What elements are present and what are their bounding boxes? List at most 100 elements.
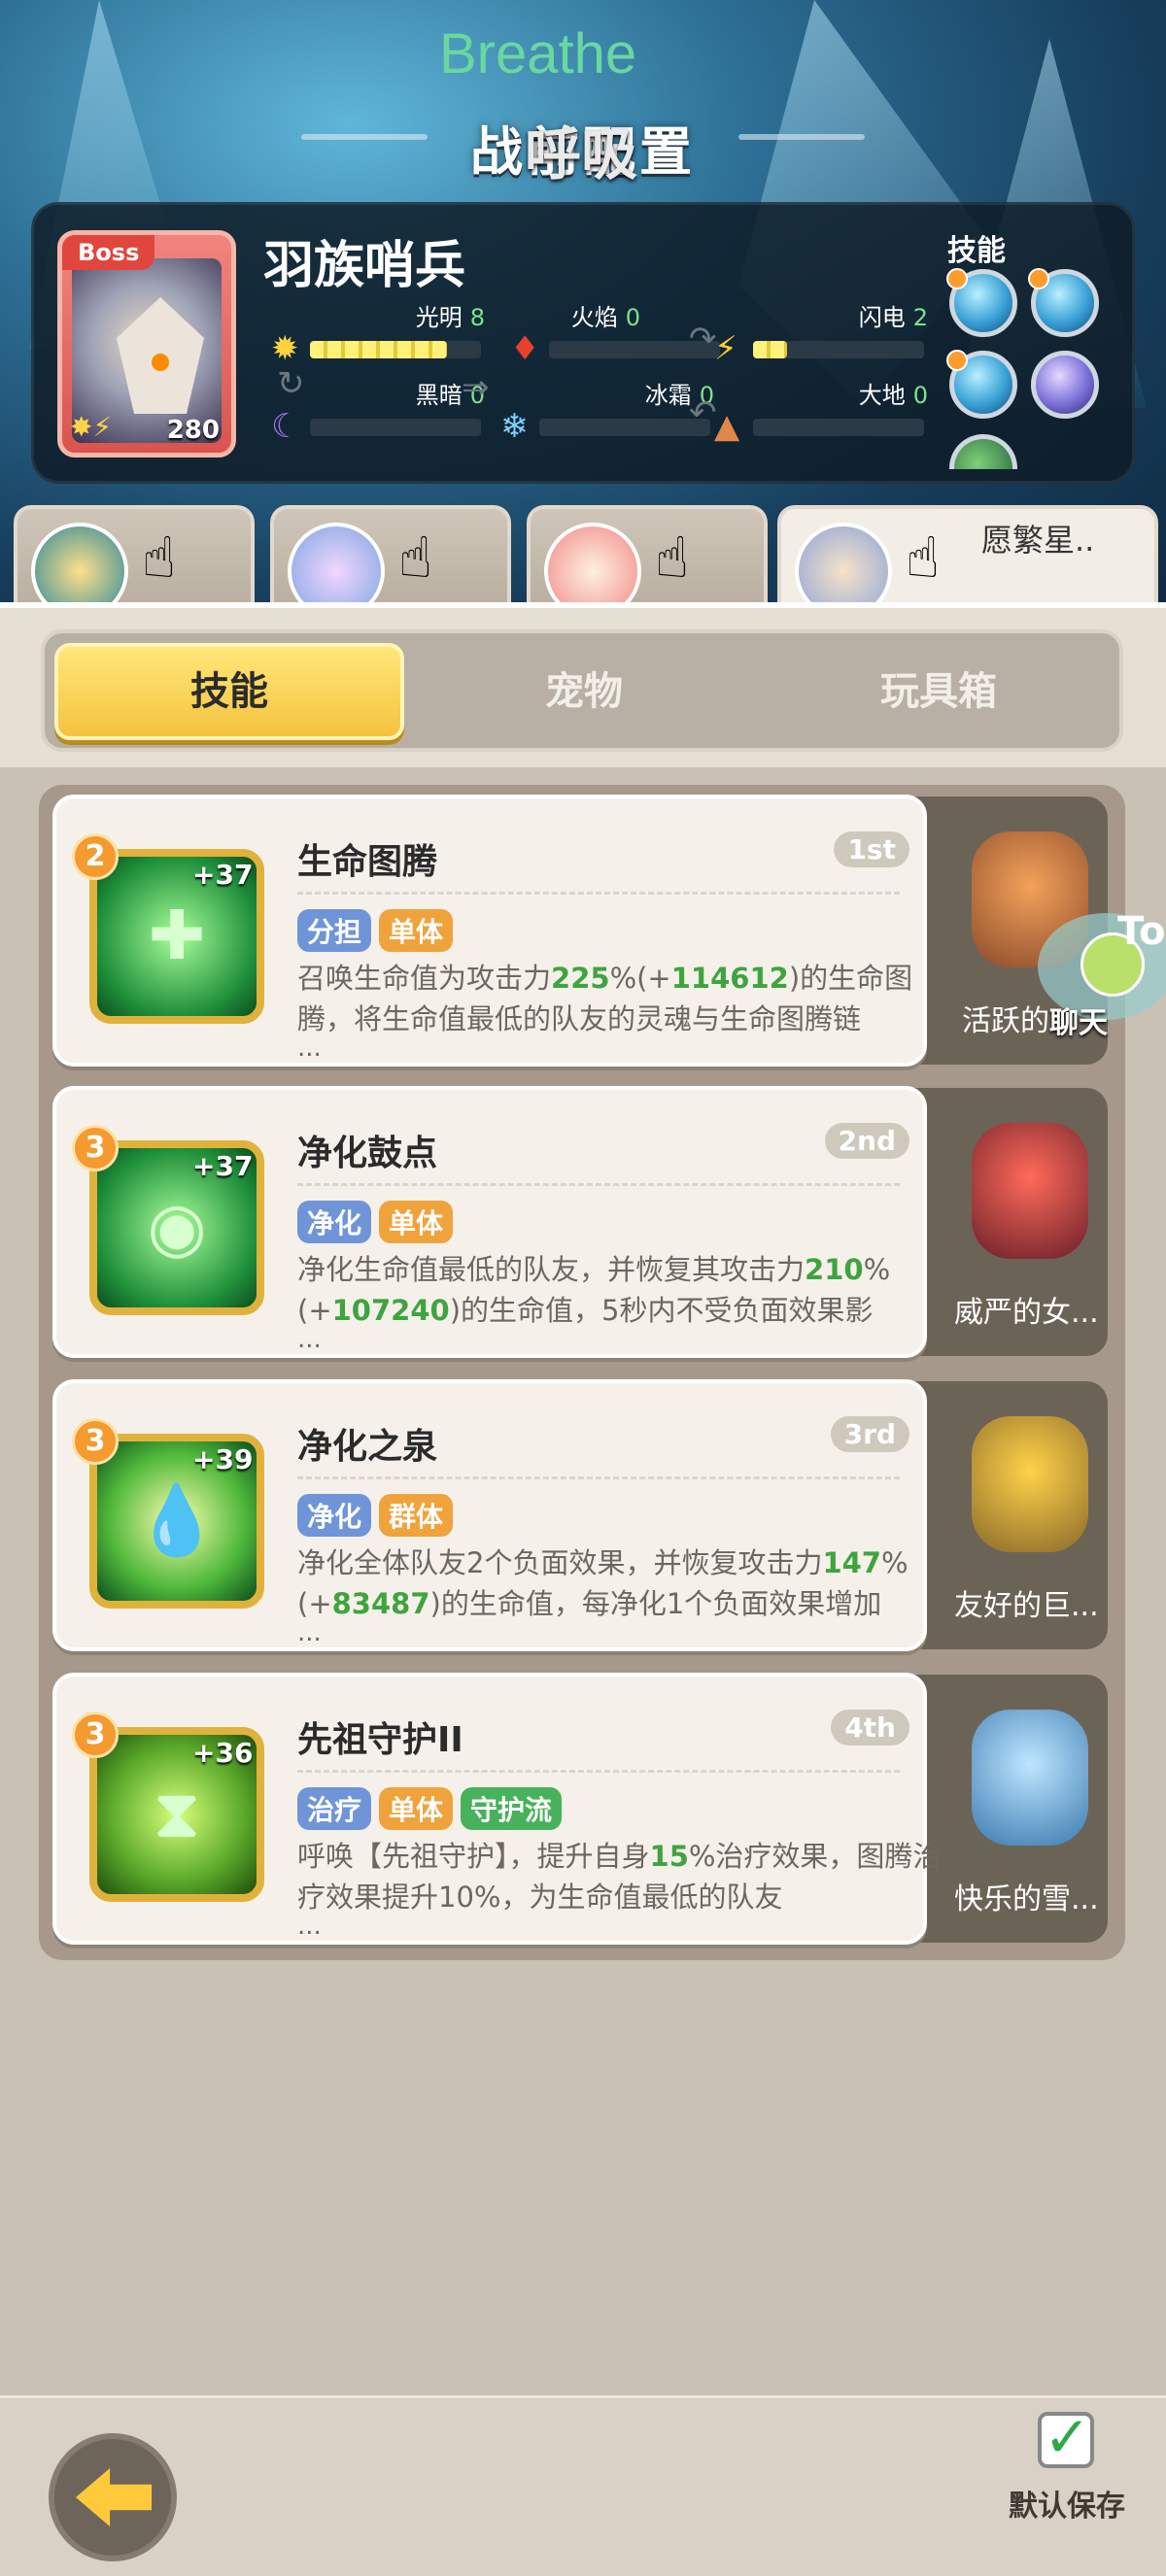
skill-tag: 单体 <box>379 1787 454 1830</box>
desc-text: 净化生命值最低的队友，并恢复其攻击力 <box>297 1253 806 1286</box>
element-value: 8 <box>469 304 485 331</box>
skill-tags: 净化 群体 <box>297 1494 454 1537</box>
tap-hand-icon: ☝ <box>655 525 690 591</box>
element-bar <box>753 341 924 358</box>
skill-card-1[interactable]: ✚ 2 +37 生命图腾 1st 分担 单体 召唤生命值为攻击力225%(+11… <box>52 795 927 1067</box>
pet-name: 威严的女... <box>954 1296 1099 1330</box>
star-lightning-icon: ✸⚡ <box>70 411 113 443</box>
skill-tag: 群体 <box>379 1494 454 1537</box>
skill-level-dot <box>946 350 968 371</box>
skill-tags: 分担 单体 <box>297 909 454 952</box>
desc-text: %(+ <box>609 962 671 995</box>
team-slot-1[interactable]: ☝ <box>14 505 255 620</box>
skill-card-4[interactable]: ⧗ 3 +36 先祖守护II 4th 治疗 单体 守护流 呼唤【先祖守护】，提升… <box>52 1673 941 1945</box>
skill-tag: 分担 <box>297 909 372 952</box>
tab-pets[interactable]: 宠物 <box>409 643 759 740</box>
skill-level-dot <box>946 268 968 289</box>
boss-info-panel: Boss ✸⚡ 280 羽族哨兵 光明 8 ✹ 火焰 0 ♦ 闪电 2 ⚡ 黑暗 0 ☾… <box>31 202 1135 484</box>
boss-power: 280 <box>166 416 220 445</box>
pet-golem-figure <box>972 1416 1088 1552</box>
element-label: 冰霜 <box>644 382 692 409</box>
tap-hand-icon: ☝ <box>906 525 941 591</box>
skill-name: 净化之泉 <box>297 1427 438 1467</box>
default-save-checkbox[interactable]: ✓ <box>1038 2404 1094 2470</box>
element-frost: 冰霜 0 ❄ <box>500 376 714 454</box>
breathe-overlay-text-cn: 呼吸 <box>525 121 638 187</box>
skill-bonus: +39 <box>192 1443 254 1475</box>
back-button[interactable] <box>49 2433 177 2561</box>
moon-icon: ☾ <box>271 407 301 446</box>
sun-icon: ✹ <box>271 329 299 368</box>
chat-label[interactable]: 聊天 <box>1049 999 1108 1041</box>
element-label: 黑暗 <box>415 382 463 409</box>
boss-skill-orb[interactable] <box>1028 268 1099 337</box>
skill-tag: 净化 <box>297 1494 372 1537</box>
tap-hand-icon: ☝ <box>142 525 177 591</box>
skill-bonus: +36 <box>192 1737 254 1769</box>
element-value: 2 <box>912 304 928 331</box>
element-label: 火焰 <box>570 304 618 331</box>
ancestor-shield-icon: ⧗ <box>153 1774 201 1853</box>
divider <box>297 1770 900 1773</box>
skill-card-3[interactable]: 💧 3 +39 净化之泉 3rd 净化 群体 净化全体队友2个负面效果，并恢复攻… <box>52 1379 927 1651</box>
skill-card-2[interactable]: ◉ 3 +37 净化鼓点 2nd 净化 单体 净化生命值最低的队友，并恢复其攻击… <box>52 1086 927 1358</box>
cycle-arrow-icon: ↶ <box>689 393 717 432</box>
skill-rank: 1st <box>834 831 909 867</box>
desc-text: )的生命值，5秒内不受负面效果影 <box>449 1294 874 1327</box>
desc-text: 召唤生命值为攻击力 <box>297 962 552 995</box>
skill-description: 召唤生命值为攻击力225%(+114612)的生命图腾，将生命值最低的队友的灵魂… <box>297 958 966 1039</box>
skill-description: 净化生命值最低的队友，并恢复其攻击力210%(+107240)的生命值，5秒内不… <box>297 1249 966 1331</box>
skill-tag: 单体 <box>379 1201 454 1243</box>
desc-highlight: 147 <box>822 1546 881 1579</box>
pet-snowman-figure <box>972 1710 1088 1846</box>
element-bar <box>310 341 481 358</box>
checkmark-icon: ✓ <box>1044 2404 1091 2470</box>
skill-tag: 净化 <box>297 1201 372 1243</box>
boss-skill-orb[interactable] <box>1031 351 1099 419</box>
divider <box>297 1476 900 1479</box>
skill-description: 呼唤【先祖守护】，提升自身15%治疗效果，图腾治疗效果提升10%，为生命值最低的… <box>297 1836 966 1917</box>
desc-text: )的生命值，每净化1个负面效果增加 <box>429 1587 882 1620</box>
tab-toybox[interactable]: 玩具箱 <box>764 643 1114 740</box>
boss-skill-orb[interactable] <box>949 434 1017 469</box>
boss-skills-label: 技能 <box>947 234 1006 268</box>
team-slot-name: 愿繁星.. <box>981 522 1095 559</box>
skill-rank: 3rd <box>830 1416 909 1452</box>
team-slot-2[interactable]: ☝ <box>270 505 511 620</box>
boss-skill-orb[interactable] <box>946 268 1017 337</box>
tab-bar: 技能 宠物 玩具箱 <box>41 629 1123 752</box>
element-bar-fill <box>753 341 788 358</box>
pet-name: 快乐的雪... <box>954 1882 1099 1916</box>
drum-icon: ◉ <box>147 1187 207 1267</box>
default-save-label[interactable]: 默认保存 <box>1009 2482 1125 2525</box>
skill-tag: 单体 <box>379 909 454 952</box>
skill-name: 净化鼓点 <box>297 1134 438 1173</box>
boss-name: 羽族哨兵 <box>263 237 466 295</box>
team-slot-4[interactable]: ☝ 愿繁星.. <box>777 505 1158 620</box>
mountain-icon: ▲ <box>714 407 740 446</box>
lightning-icon: ⚡ <box>714 329 737 368</box>
element-lightning: 闪电 2 ⚡ <box>714 298 928 376</box>
desc-highlight: 225 <box>551 962 610 995</box>
boss-skill-orb[interactable] <box>946 350 1017 419</box>
skill-description: 净化全体队友2个负面效果，并恢复攻击力147%(+83487)的生命值，每净化1… <box>297 1542 966 1624</box>
cycle-arrow-icon: ↻ <box>277 364 305 403</box>
desc-highlight: 114612 <box>670 962 789 995</box>
skill-level-badge: 3 <box>72 1712 119 1758</box>
boss-portrait[interactable]: Boss ✸⚡ 280 <box>57 230 236 458</box>
skill-tag: 治疗 <box>297 1787 372 1830</box>
back-arrow-icon <box>76 2468 152 2526</box>
footer-bar: ✓ 默认保存 <box>0 2395 1166 2576</box>
team-slot-3[interactable]: ☝ <box>527 505 768 620</box>
element-value: 0 <box>625 304 640 331</box>
tab-skills[interactable]: 技能 <box>54 643 404 740</box>
skill-rank: 2nd <box>824 1123 909 1159</box>
skill-level-badge: 2 <box>72 833 119 880</box>
element-bar <box>539 419 710 436</box>
boss-eye-art <box>152 354 169 371</box>
desc-text: 净化全体队友2个负面效果，并恢复攻击力 <box>297 1546 823 1579</box>
skill-bonus: +37 <box>192 859 254 891</box>
totem-icon: ✚ <box>148 896 206 975</box>
desc-ellipsis: ... <box>297 1325 322 1354</box>
water-drop-icon: 💧 <box>134 1480 220 1560</box>
